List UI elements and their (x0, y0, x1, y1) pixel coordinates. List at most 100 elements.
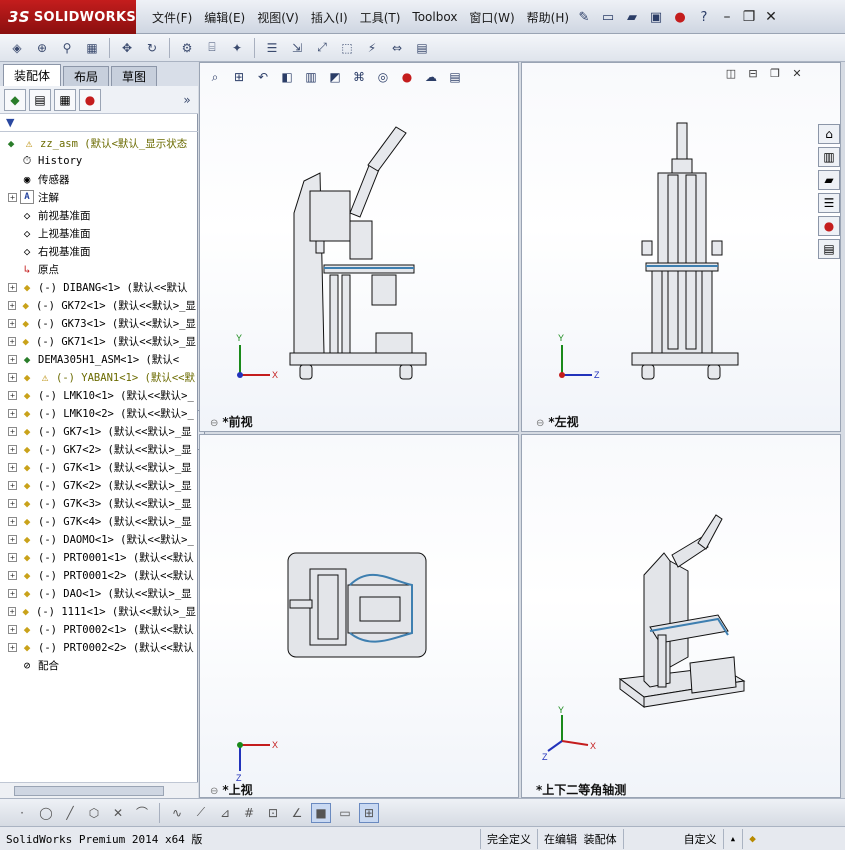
tab-sketch[interactable]: 草图 (111, 66, 158, 86)
tree-item[interactable]: + ◆ (-) 1111<1> (默认<<默认>_显 (0, 602, 196, 620)
new-document-icon[interactable]: ▭ (597, 6, 619, 28)
tree-item[interactable]: ◇ 前视基准面 (0, 206, 196, 224)
zoom-to-area-icon[interactable]: ⊞ (229, 67, 249, 87)
expand-icon[interactable]: + (8, 318, 17, 328)
rotate-component-icon[interactable]: ↻ (141, 37, 163, 59)
expand-icon[interactable]: + (8, 534, 17, 544)
tree-item[interactable]: + ◆ (-) GK73<1> (默认<<默认>_显 (0, 314, 196, 332)
point-icon[interactable]: · (12, 803, 32, 823)
expand-icon[interactable]: + (8, 390, 17, 400)
tree-item[interactable]: ◇ 上视基准面 (0, 224, 196, 242)
expand-icon[interactable]: + (8, 606, 17, 616)
menu-item[interactable]: 插入(I) (305, 9, 354, 26)
view-orientation-icon[interactable]: ◩ (325, 67, 345, 87)
tree-item[interactable]: + ◆ (-) PRT0001<2> (默认<<默认 (0, 566, 196, 584)
expand-icon[interactable]: + (8, 588, 17, 598)
angle-icon[interactable]: ∠ (287, 803, 307, 823)
zoom-to-fit-icon[interactable]: ⌕ (205, 67, 225, 87)
custom-properties-icon[interactable]: ▤ (818, 239, 840, 259)
tree-item[interactable]: + ◆ (-) LMK10<2> (默认<<默认>_ (0, 404, 196, 422)
viewport-front[interactable]: ⊖ *前视 Y X (199, 62, 519, 432)
tree-item[interactable]: + ◆ (-) DIBANG<1> (默认<<默认 (0, 278, 196, 296)
split-vertical-icon[interactable]: ⊟ (744, 64, 762, 82)
viewport-top[interactable]: ⊖ *上视 Z X (199, 434, 519, 798)
tree-item[interactable]: + ◆ (-) G7K<3> (默认<<默认>_显 (0, 494, 196, 512)
line-icon[interactable]: ╱ (60, 803, 80, 823)
tree-item[interactable]: + ◆ (-) GK7<2> (默认<<默认>_显 (0, 440, 196, 458)
tree-item[interactable]: ↳ 原点 (0, 260, 196, 278)
tab-assembly[interactable]: 装配体 (3, 64, 62, 86)
units-dropdown-icon[interactable]: ▴ (722, 828, 743, 849)
tag-icon[interactable]: ◆ (742, 828, 762, 849)
expand-icon[interactable]: + (8, 642, 17, 652)
expand-icon[interactable]: + (8, 282, 17, 292)
hide-show-items-icon[interactable]: ◎ (373, 67, 393, 87)
expand-icon[interactable]: + (8, 552, 17, 562)
previous-view-icon[interactable]: ↶ (253, 67, 273, 87)
expand-icon[interactable]: + (8, 408, 17, 418)
edit-appearance-icon[interactable]: ● (397, 67, 417, 87)
tree-horizontal-scrollbar[interactable] (0, 782, 198, 798)
reference-geometry-icon[interactable]: ✦ (226, 37, 248, 59)
tree-item[interactable]: + ◆ (-) PRT0001<1> (默认<<默认 (0, 548, 196, 566)
feature-tree-icon[interactable]: ◆ (4, 88, 26, 111)
expand-icon[interactable]: + (8, 570, 17, 580)
tree-item[interactable]: + ◆ (-) G7K<1> (默认<<默认>_显 (0, 458, 196, 476)
tree-item[interactable]: + ◆ (-) DAO<1> (默认<<默认>_显 (0, 584, 196, 602)
restore-viewport-icon[interactable]: ❐ (766, 64, 784, 82)
help-icon[interactable]: ? (693, 6, 715, 28)
view-settings-icon[interactable]: ▤ (445, 67, 465, 87)
hidden-lines-icon[interactable]: ▭ (335, 803, 355, 823)
menu-item[interactable]: 帮助(H) (521, 9, 575, 26)
solidworks-logo[interactable]: 3S SOLIDWORKS (0, 0, 136, 34)
tree-item[interactable]: + ◆ ⚠ (-) YABAN1<1> (默认<<默 (0, 368, 196, 386)
resources-icon[interactable]: ▥ (818, 147, 840, 167)
tree-item[interactable]: + ◆ DEMA305H1_ASM<1> (默认< (0, 350, 196, 368)
units-selector[interactable]: 自定义 (622, 828, 723, 849)
tree-item[interactable]: + A 注解 (0, 188, 196, 206)
display-style-icon[interactable]: ⌘ (349, 67, 369, 87)
display-manager-icon[interactable]: ● (79, 88, 101, 111)
expand-icon[interactable]: + (8, 426, 17, 436)
tree-item[interactable]: + ◆ (-) GK72<1> (默认<<默认>_显 (0, 296, 196, 314)
menu-item[interactable]: 文件(F) (146, 9, 198, 26)
pattern-icon[interactable]: ▦ (81, 37, 103, 59)
circle-icon[interactable]: ◯ (36, 803, 56, 823)
expand-icon[interactable]: + (8, 516, 17, 526)
bill-of-materials-icon[interactable]: ☰ (261, 37, 283, 59)
viewport-left[interactable]: ⊖ *左视 Y Z (521, 62, 841, 432)
property-manager-icon[interactable]: ▤ (29, 88, 51, 111)
arc-icon[interactable]: ⌒ (132, 803, 152, 823)
expand-icon[interactable]: + (8, 372, 17, 382)
spline-icon[interactable]: ∿ (167, 803, 187, 823)
menu-item[interactable]: 工具(T) (354, 9, 407, 26)
split-horizontal-icon[interactable]: ◫ (722, 64, 740, 82)
expand-icon[interactable]: + (8, 498, 17, 508)
assembly-features-icon[interactable]: ⌸ (201, 37, 223, 59)
insert-component-icon[interactable]: ⊕ (31, 37, 53, 59)
expand-icon[interactable]: + (8, 300, 17, 310)
file-explorer-icon[interactable]: ☰ (818, 193, 840, 213)
tree-item[interactable]: ◇ 右视基准面 (0, 242, 196, 260)
filter-icon[interactable]: ▼ (6, 116, 14, 129)
tree-item[interactable]: + ◆ (-) DAOMO<1> (默认<<默认>_ (0, 530, 196, 548)
tree-item[interactable]: + ◆ (-) G7K<2> (默认<<默认>_显 (0, 476, 196, 494)
dynamic-annotation-icon[interactable]: ▥ (301, 67, 321, 87)
restore-icon[interactable]: ❐ (739, 7, 759, 27)
shaded-icon[interactable]: ■ (311, 802, 331, 823)
mate-icon[interactable]: ⚲ (56, 37, 78, 59)
configuration-manager-icon[interactable]: ▦ (54, 88, 76, 111)
expand-icon[interactable]: + (8, 336, 17, 346)
rebuild-icon[interactable]: ● (669, 6, 691, 28)
appearances-icon[interactable]: ● (818, 216, 840, 236)
tree-root[interactable]: ◆ ⚠ zz_asm (默认<默认_显示状态 (0, 134, 196, 152)
tree-item[interactable]: + ◆ (-) LMK10<1> (默认<<默认>_ (0, 386, 196, 404)
save-icon[interactable]: ▣ (645, 6, 667, 28)
menu-item[interactable]: 视图(V) (251, 9, 305, 26)
tree-item[interactable]: + ◆ (-) G7K<4> (默认<<默认>_显 (0, 512, 196, 530)
tree-item[interactable]: + ◆ (-) PRT0002<1> (默认<<默认 (0, 620, 196, 638)
mirror-icon[interactable]: ⊿ (215, 803, 235, 823)
close-viewport-icon[interactable]: ✕ (788, 64, 806, 82)
menu-item[interactable]: 窗口(W) (463, 9, 520, 26)
tree-item[interactable]: ⏱ History (0, 152, 196, 170)
